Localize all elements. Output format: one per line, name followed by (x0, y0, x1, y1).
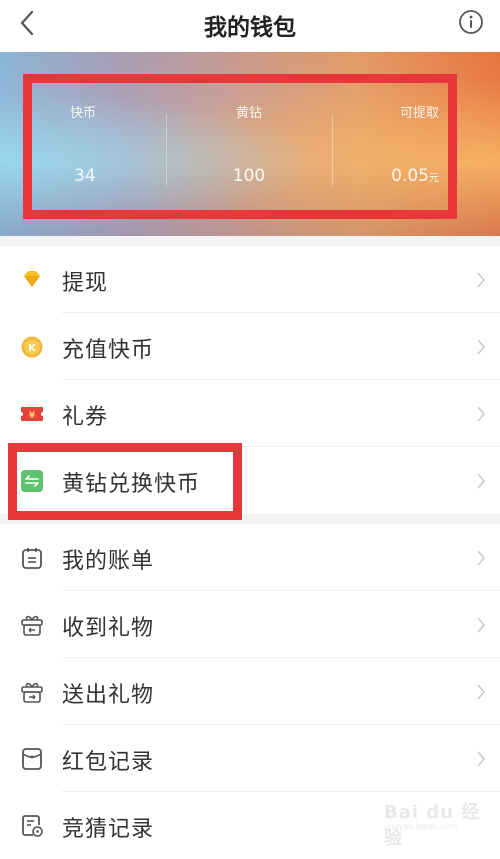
balance-label: 快币 (70, 106, 97, 121)
menu-item-label: 收到礼物 (62, 616, 155, 641)
chevron-right-icon (477, 406, 485, 422)
menu-item-label: 充值快币 (62, 338, 155, 363)
menu-item-label: 提现 (62, 271, 109, 296)
diamond-icon (24, 271, 40, 287)
menu-item-coupon[interactable]: ¥ 礼券 (0, 380, 500, 447)
coupon-ticket-icon: ¥ (21, 407, 43, 421)
chevron-right-icon (477, 751, 485, 767)
balance-withdrawable[interactable]: 可提取 0.05元 (332, 92, 443, 216)
balance-label: 可提取 (399, 106, 439, 121)
svg-text:K: K (28, 343, 37, 354)
section-gap (0, 236, 500, 246)
balance-value: 0.05元 (391, 166, 439, 186)
exchange-icon (21, 470, 43, 492)
menu-item-my-bills[interactable]: 我的账单 (0, 524, 500, 591)
quiz-record-icon (22, 815, 43, 837)
bill-calendar-icon (22, 548, 42, 569)
balance-yellow-diamond[interactable]: 黄钻 100 (166, 92, 332, 216)
balance-kuaibi[interactable]: 快币 34 (33, 92, 166, 216)
menu-item-label: 竞猜记录 (62, 817, 155, 842)
balance-value: 100 (232, 166, 266, 186)
menu-item-label: 黄钻兑换快币 (62, 472, 201, 497)
chevron-right-icon (477, 617, 485, 633)
menu-item-recharge-kuaibi[interactable]: K 充值快币 (0, 313, 500, 380)
menu-item-red-envelope-records[interactable]: 红包记录 (0, 725, 500, 792)
balance-label: 黄钻 (235, 106, 262, 121)
chevron-right-icon (477, 684, 485, 700)
menu-item-label: 我的账单 (62, 549, 155, 574)
menu-item-gifts-received[interactable]: 收到礼物 (0, 591, 500, 658)
kuaibi-coin-icon: K (21, 336, 43, 358)
chevron-right-icon (477, 272, 485, 288)
gift-sent-icon (21, 682, 43, 703)
menu-item-exchange-diamond[interactable]: 黄钻兑换快币 (0, 447, 500, 514)
chevron-right-icon (477, 550, 485, 566)
menu-item-label: 送出礼物 (62, 683, 155, 708)
red-envelope-icon (22, 748, 42, 770)
nav-bar: 我的钱包 (0, 0, 500, 50)
chevron-right-icon (477, 473, 485, 489)
menu-item-gifts-sent[interactable]: 送出礼物 (0, 658, 500, 725)
chevron-right-icon (477, 339, 485, 355)
page-title: 我的钱包 (204, 15, 296, 41)
svg-text:¥: ¥ (29, 411, 36, 421)
menu-item-label: 礼券 (62, 405, 109, 430)
balance-stats: 快币 34 黄钻 100 可提取 0.05元 (33, 92, 443, 216)
info-circle-icon[interactable] (458, 9, 484, 35)
gift-received-icon (21, 615, 43, 636)
balance-value: 34 (74, 166, 96, 186)
menu-item-label: 红包记录 (62, 750, 155, 775)
menu-item-quiz-records[interactable]: 竞猜记录 (0, 792, 500, 859)
section-gap (0, 514, 500, 524)
menu-item-withdraw[interactable]: 提现 (0, 246, 500, 313)
wallet-balance-banner: 快币 34 黄钻 100 可提取 0.05元 (0, 52, 500, 236)
